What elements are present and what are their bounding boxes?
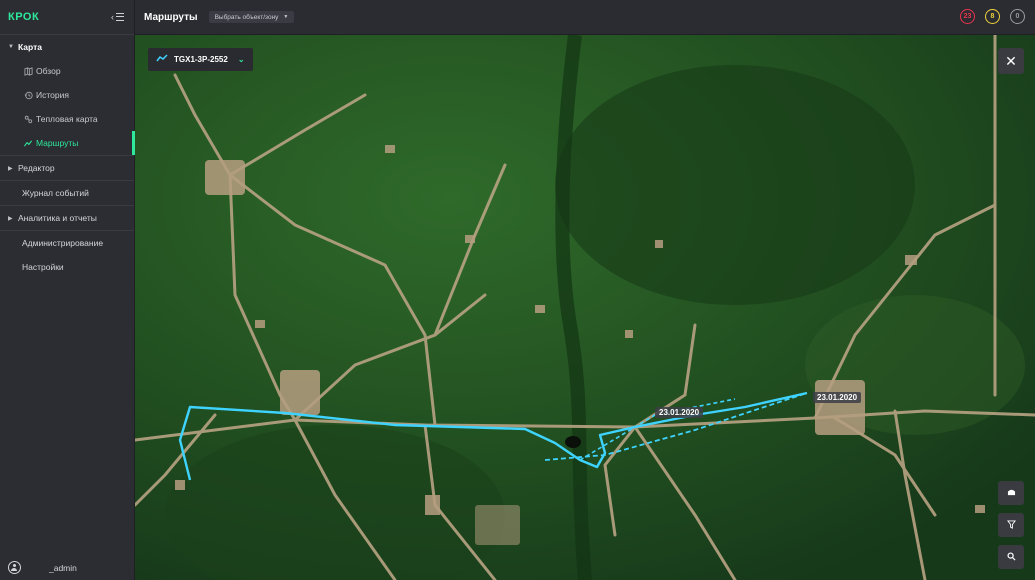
close-button[interactable]: ✕: [998, 48, 1024, 74]
close-icon: ✕: [1005, 52, 1017, 69]
sidebar-item-administration[interactable]: Администрирование: [0, 231, 134, 255]
sidebar-item-label: Маршруты: [36, 138, 79, 148]
username: _admin: [49, 562, 77, 573]
sidebar-section-map[interactable]: ▼ Карта: [0, 35, 134, 59]
history-icon: [20, 91, 36, 100]
satellite-map: [135, 35, 1035, 580]
collapse-sidebar-button[interactable]: ‹: [111, 12, 124, 22]
sidebar-item-settings[interactable]: Настройки: [0, 255, 134, 279]
warning-alerts-badge[interactable]: 8: [985, 9, 1000, 24]
zone-select-dropdown[interactable]: Выбрать объект/зону ▼: [208, 11, 295, 23]
caret-down-icon: ▼: [8, 44, 14, 50]
sidebar-item-label: Тепловая карта: [36, 114, 98, 124]
caret-right-icon: ▶: [8, 215, 13, 222]
sidebar-item-label: История: [36, 90, 69, 100]
sidebar-section-editor[interactable]: ▶ Редактор: [0, 156, 134, 180]
sidebar-item-heatmap[interactable]: Тепловая карта: [0, 107, 134, 131]
route-icon: [156, 54, 168, 65]
sidebar: КРОК ‹ ▼ Карта Обзор История Тепловая ка…: [0, 0, 135, 580]
route-selector[interactable]: TGX1-3P-2552 ⌄: [148, 48, 253, 71]
zone-select-value: Выбрать объект/зону: [214, 13, 279, 21]
sidebar-item-label: Обзор: [36, 66, 61, 76]
route-date-label: 23.01.2020: [655, 407, 704, 418]
heatmap-icon: [20, 115, 36, 124]
sidebar-section-label: Аналитика и отчеты: [18, 213, 97, 223]
route-date-label: 23.01.2020: [813, 392, 862, 403]
sidebar-item-routes[interactable]: Маршруты: [0, 131, 135, 155]
filter-icon: [1006, 519, 1016, 531]
alert-badges: 23 8 0: [960, 9, 1025, 24]
route-icon: [20, 139, 36, 148]
layers-button[interactable]: [998, 481, 1024, 505]
avatar-icon: [8, 561, 21, 574]
sidebar-item-history[interactable]: История: [0, 83, 134, 107]
search-icon: [1006, 551, 1016, 563]
map-view[interactable]: TGX1-3P-2552 ⌄ ✕ 23.01.2020 23.01.2020: [135, 35, 1035, 580]
sidebar-item-overview[interactable]: Обзор: [0, 59, 134, 83]
user-profile[interactable]: _admin: [8, 561, 77, 574]
route-name: TGX1-3P-2552: [174, 55, 228, 64]
chevron-down-icon: ⌄: [237, 55, 245, 64]
sidebar-section-label: Редактор: [18, 163, 55, 173]
sidebar-section-label: Карта: [18, 42, 42, 52]
filter-button[interactable]: [998, 513, 1024, 537]
chevron-left-icon: ‹: [111, 12, 114, 22]
map-icon: [20, 66, 36, 76]
sidebar-item-event-log[interactable]: Журнал событий: [0, 181, 134, 205]
caret-right-icon: ▶: [8, 165, 13, 172]
search-button[interactable]: [998, 545, 1024, 569]
critical-alerts-badge[interactable]: 23: [960, 9, 975, 24]
sidebar-section-analytics[interactable]: ▶ Аналитика и отчеты: [0, 206, 134, 230]
brand-logo[interactable]: КРОК: [8, 11, 39, 23]
top-bar: Маршруты Выбрать объект/зону ▼ 23 8 0: [135, 0, 1035, 35]
sidebar-header: КРОК ‹: [0, 0, 134, 35]
caret-down-icon: ▼: [283, 14, 289, 20]
info-alerts-badge[interactable]: 0: [1010, 9, 1025, 24]
menu-icon: [116, 13, 124, 21]
layers-icon: [1007, 488, 1016, 498]
page-title: Маршруты: [144, 11, 198, 23]
